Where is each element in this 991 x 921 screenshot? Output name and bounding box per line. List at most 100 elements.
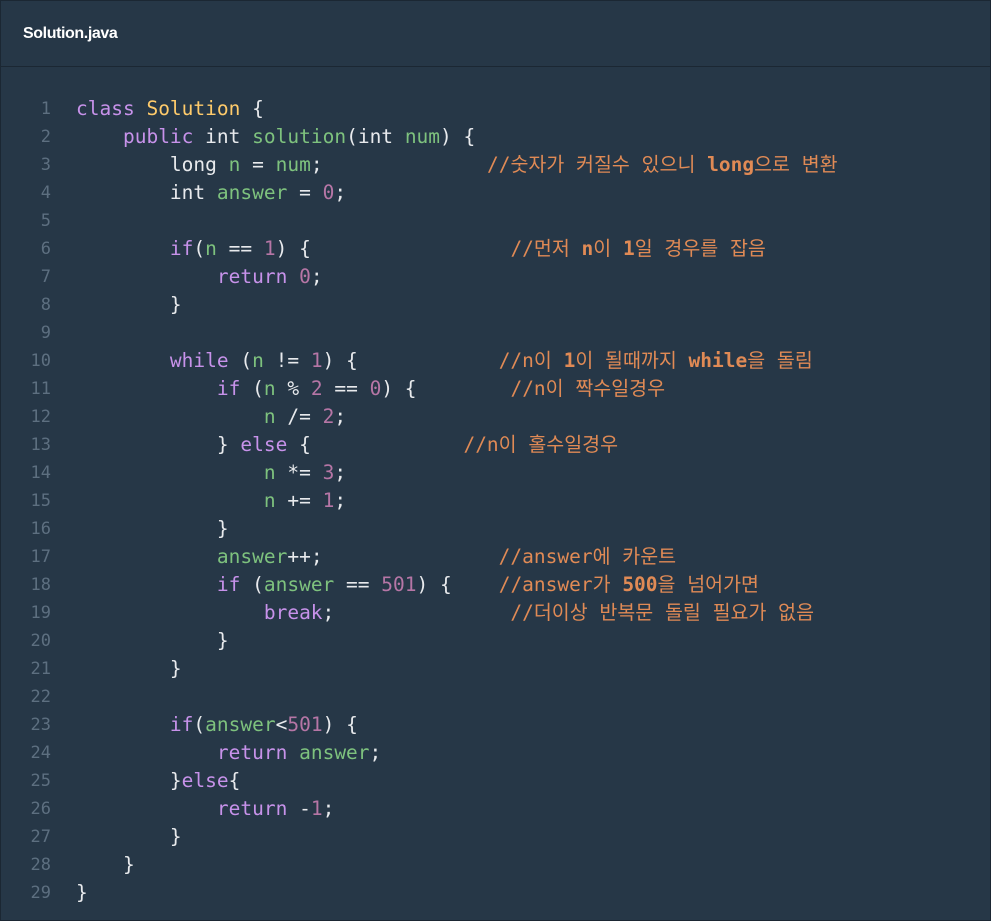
- code-token: public: [122, 125, 194, 148]
- line-number: 25: [30, 771, 51, 791]
- code-token: long: [707, 153, 755, 176]
- code-token: ==: [322, 377, 370, 400]
- code-token: ;: [369, 741, 382, 764]
- code-line[interactable]: 8 }: [1, 291, 990, 319]
- code-line[interactable]: 23 if(answer<501) {: [1, 711, 990, 739]
- code-token: answer: [216, 545, 288, 568]
- code-token: answer: [299, 741, 370, 764]
- code-token: //숫자가 커질수 있으니: [486, 153, 708, 176]
- code-line[interactable]: 19 break; //더이상 반복문 돌릴 필요가 없음: [1, 599, 990, 627]
- code-text: }: [51, 823, 182, 851]
- code-token: while: [688, 349, 748, 372]
- code-token: ;: [310, 265, 323, 288]
- code-text: break; //더이상 반복문 돌릴 필요가 없음: [51, 599, 814, 627]
- code-line[interactable]: 25 }else{: [1, 767, 990, 795]
- code-line[interactable]: 1 class Solution {: [1, 95, 990, 123]
- line-number: 22: [30, 687, 51, 707]
- code-token: 500: [622, 573, 658, 596]
- code-line[interactable]: 11 if (n % 2 == 0) { //n이 짝수일경우: [1, 375, 990, 403]
- code-token: ;: [334, 461, 347, 484]
- code-line[interactable]: 29}: [1, 879, 990, 907]
- code-line[interactable]: 9: [1, 319, 990, 347]
- code-token: 501: [381, 573, 417, 596]
- code-line[interactable]: 17 answer++; //answer에 카운트: [1, 543, 990, 571]
- code-line[interactable]: 20 }: [1, 627, 990, 655]
- code-text: if (answer == 501) { //answer가 500을 넘어가면: [51, 571, 759, 599]
- code-token: }: [76, 657, 182, 680]
- code-line[interactable]: 14 n *= 3;: [1, 459, 990, 487]
- code-line[interactable]: 27 }: [1, 823, 990, 851]
- code-token: 0: [299, 265, 311, 288]
- line-number: 21: [30, 659, 51, 679]
- code-line[interactable]: 2 public int solution(int num) {: [1, 123, 990, 151]
- code-token: 2: [322, 405, 335, 428]
- code-token: return: [216, 797, 288, 820]
- code-line[interactable]: 5: [1, 207, 990, 235]
- code-area[interactable]: 1 class Solution {2 public int solution(i…: [1, 95, 990, 907]
- code-token: answer: [205, 713, 276, 736]
- line-number: 10: [30, 351, 51, 371]
- code-token: (: [228, 349, 253, 372]
- code-token: return: [216, 741, 288, 764]
- code-token: //answer가: [498, 573, 623, 596]
- line-number: 28: [30, 855, 51, 875]
- line-number: 8: [40, 295, 51, 315]
- line-number: 2: [40, 127, 51, 147]
- code-line[interactable]: 24 return answer;: [1, 739, 990, 767]
- code-text: } else { //n이 홀수일경우: [51, 431, 618, 459]
- code-token: ) {: [322, 349, 499, 372]
- code-token: ++;: [287, 545, 499, 568]
- code-line[interactable]: 16 }: [1, 515, 990, 543]
- code-line[interactable]: 10 while (n != 1) { //n이 1이 될때까지 while을 …: [1, 347, 990, 375]
- code-line[interactable]: 15 n += 1;: [1, 487, 990, 515]
- code-token: !=: [263, 349, 311, 372]
- code-token: 1: [322, 489, 335, 512]
- line-number: 17: [30, 547, 51, 567]
- code-token: {: [228, 769, 241, 792]
- code-token: return: [216, 265, 288, 288]
- code-line[interactable]: 3 long n = num; //숫자가 커질수 있으니 long으로 변환: [1, 151, 990, 179]
- code-token: <: [275, 713, 288, 736]
- code-line[interactable]: 21 }: [1, 655, 990, 683]
- editor-header: Solution.java: [1, 1, 990, 67]
- line-number: 4: [40, 183, 51, 203]
- code-line[interactable]: 26 return -1;: [1, 795, 990, 823]
- code-token: ;: [334, 181, 347, 204]
- code-line[interactable]: 4 int answer = 0;: [1, 179, 990, 207]
- code-token: //n이: [498, 349, 564, 372]
- code-token: }: [76, 853, 135, 876]
- code-token: 1: [263, 237, 276, 260]
- code-line[interactable]: 12 n /= 2;: [1, 403, 990, 431]
- code-token: if: [216, 573, 241, 596]
- code-token: ) {: [416, 573, 499, 596]
- code-token: ;: [334, 405, 347, 428]
- code-token: int: [205, 125, 241, 148]
- code-text: }: [51, 627, 229, 655]
- code-line[interactable]: 7 return 0;: [1, 263, 990, 291]
- code-token: n: [228, 153, 241, 176]
- code-line[interactable]: 18 if (answer == 501) { //answer가 500을 넘…: [1, 571, 990, 599]
- code-line[interactable]: 28 }: [1, 851, 990, 879]
- code-line[interactable]: 13 } else { //n이 홀수일경우: [1, 431, 990, 459]
- line-number: 12: [30, 407, 51, 427]
- code-token: 501: [287, 713, 323, 736]
- code-token: solution: [252, 125, 347, 148]
- file-name-tab[interactable]: Solution.java: [23, 25, 118, 43]
- code-text: }: [51, 655, 182, 683]
- line-number: 20: [30, 631, 51, 651]
- code-token: =: [287, 181, 323, 204]
- code-line[interactable]: 6 if(n == 1) { //먼저 n이 1일 경우를 잡음: [1, 235, 990, 263]
- code-line[interactable]: 22: [1, 683, 990, 711]
